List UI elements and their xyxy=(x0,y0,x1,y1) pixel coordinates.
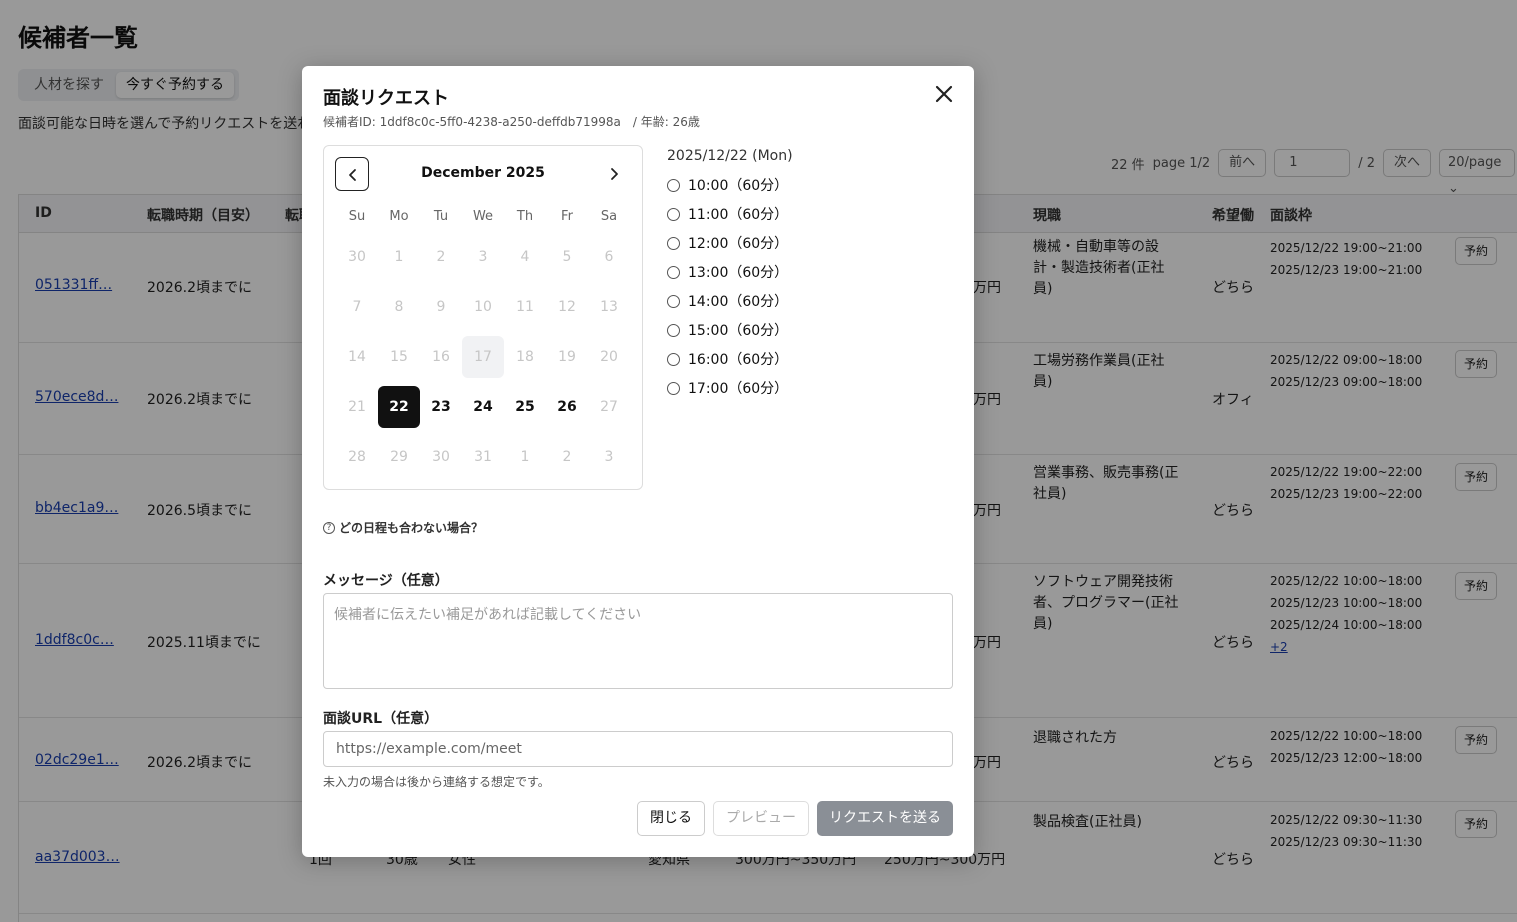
calendar: December 2025 Su Mo Tu We Th Fr Sa 30 1 2 3 4 5 6 7 8 9 1… xyxy=(323,145,643,490)
calendar-day: 10 xyxy=(474,299,492,315)
calendar-day: 18 xyxy=(516,349,534,365)
calendar-day: 30 xyxy=(432,449,450,465)
weekday-label: Fr xyxy=(561,209,573,224)
no-match-link[interactable]: ? どの日程も合わない場合？ xyxy=(323,519,483,536)
calendar-day: 8 xyxy=(394,299,404,315)
time-slot-label: 10:00（60分） xyxy=(688,178,789,194)
radio-button[interactable] xyxy=(667,236,680,250)
weekday-label: Tu xyxy=(433,209,449,224)
time-slot-label: 16:00（60分） xyxy=(688,352,789,368)
calendar-day: 7 xyxy=(352,299,362,315)
url-label: 面談URL（任意） xyxy=(323,711,439,727)
weekday-label: Su xyxy=(348,209,366,224)
time-slot-option[interactable]: 12:00（60分） xyxy=(667,233,788,253)
calendar-day: 11 xyxy=(516,299,534,315)
close-icon[interactable] xyxy=(932,82,956,106)
weekday-label: Mo xyxy=(389,209,409,224)
calendar-day: 30 xyxy=(348,249,366,265)
interview-request-dialog: 面談リクエスト 候補者ID: 1ddf8c0c-5ff0-4238-a250-d… xyxy=(302,66,974,857)
calendar-day: 19 xyxy=(558,349,576,365)
calendar-day: 12 xyxy=(558,299,576,315)
time-slot-label: 12:00（60分） xyxy=(688,236,789,252)
meeting-url-input[interactable]: https://example.com/meet xyxy=(323,731,953,767)
close-button[interactable]: 閉じる xyxy=(637,801,705,836)
calendar-day: 2 xyxy=(562,449,572,465)
radio-button[interactable] xyxy=(667,323,680,337)
candidate-info: 候補者ID: 1ddf8c0c-5ff0-4238-a250-deffdb719… xyxy=(323,115,700,129)
calendar-day: 17 xyxy=(462,336,504,378)
time-slot-option[interactable]: 16:00（60分） xyxy=(667,349,788,369)
time-slot-label: 11:00（60分） xyxy=(688,207,789,223)
chevron-right-icon xyxy=(611,168,618,180)
preview-button[interactable]: プレビュー xyxy=(713,801,809,836)
radio-button[interactable] xyxy=(667,352,680,366)
calendar-day: 20 xyxy=(600,349,618,365)
calendar-day: 3 xyxy=(604,449,614,465)
time-slot-option[interactable]: 15:00（60分） xyxy=(667,320,788,340)
calendar-day: 1 xyxy=(394,249,404,265)
calendar-day[interactable]: 22 xyxy=(378,386,420,428)
radio-button[interactable] xyxy=(667,207,680,221)
next-month-button[interactable] xyxy=(597,157,631,191)
calendar-day[interactable]: 26 xyxy=(546,386,588,428)
calendar-day[interactable]: 24 xyxy=(462,386,504,428)
url-hint: 未入力の場合は後から連絡する想定です。 xyxy=(323,775,550,789)
calendar-day: 29 xyxy=(390,449,408,465)
calendar-day: 9 xyxy=(436,299,446,315)
weekday-label: We xyxy=(472,209,494,224)
weekday-label: Sa xyxy=(600,209,618,224)
time-slot-option[interactable]: 11:00（60分） xyxy=(667,204,788,224)
dialog-title: 面談リクエスト xyxy=(323,88,449,109)
time-slot-label: 15:00（60分） xyxy=(688,323,789,339)
calendar-day[interactable]: 25 xyxy=(504,386,546,428)
calendar-day: 1 xyxy=(520,449,530,465)
radio-button[interactable] xyxy=(667,381,680,395)
calendar-day: 5 xyxy=(562,249,572,265)
calendar-day: 3 xyxy=(478,249,488,265)
calendar-day: 15 xyxy=(390,349,408,365)
radio-button[interactable] xyxy=(667,294,680,308)
calendar-day: 2 xyxy=(436,249,446,265)
calendar-day: 6 xyxy=(604,249,614,265)
time-slot-option[interactable]: 10:00（60分） xyxy=(667,175,788,195)
radio-button[interactable] xyxy=(667,265,680,279)
send-request-button[interactable]: リクエストを送る xyxy=(817,801,953,836)
calendar-day: 16 xyxy=(432,349,450,365)
message-label: メッセージ（任意） xyxy=(323,573,449,589)
calendar-day: 4 xyxy=(520,249,530,265)
weekday-label: Th xyxy=(516,209,534,224)
calendar-day: 13 xyxy=(600,299,618,315)
calendar-day: 28 xyxy=(348,449,366,465)
time-slot-option[interactable]: 14:00（60分） xyxy=(667,291,788,311)
calendar-day[interactable]: 23 xyxy=(420,386,462,428)
message-textarea[interactable]: 候補者に伝えたい補足があれば記載してください xyxy=(323,593,953,689)
calendar-day: 21 xyxy=(348,399,366,415)
time-slot-label: 17:00（60分） xyxy=(688,381,789,397)
calendar-day: 14 xyxy=(348,349,366,365)
time-slot-option[interactable]: 13:00（60分） xyxy=(667,262,788,282)
calendar-day: 27 xyxy=(600,399,618,415)
time-slot-label: 13:00（60分） xyxy=(688,265,789,281)
selected-date-heading: 2025/12/22 (Mon) xyxy=(667,148,793,164)
radio-button[interactable] xyxy=(667,178,680,192)
no-match-text: どの日程も合わない場合？ xyxy=(339,521,484,535)
time-slot-label: 14:00（60分） xyxy=(688,294,789,310)
time-slot-option[interactable]: 17:00（60分） xyxy=(667,378,788,398)
calendar-month-label: December 2025 xyxy=(421,165,545,181)
calendar-day: 31 xyxy=(474,449,492,465)
help-icon: ? xyxy=(323,521,335,534)
